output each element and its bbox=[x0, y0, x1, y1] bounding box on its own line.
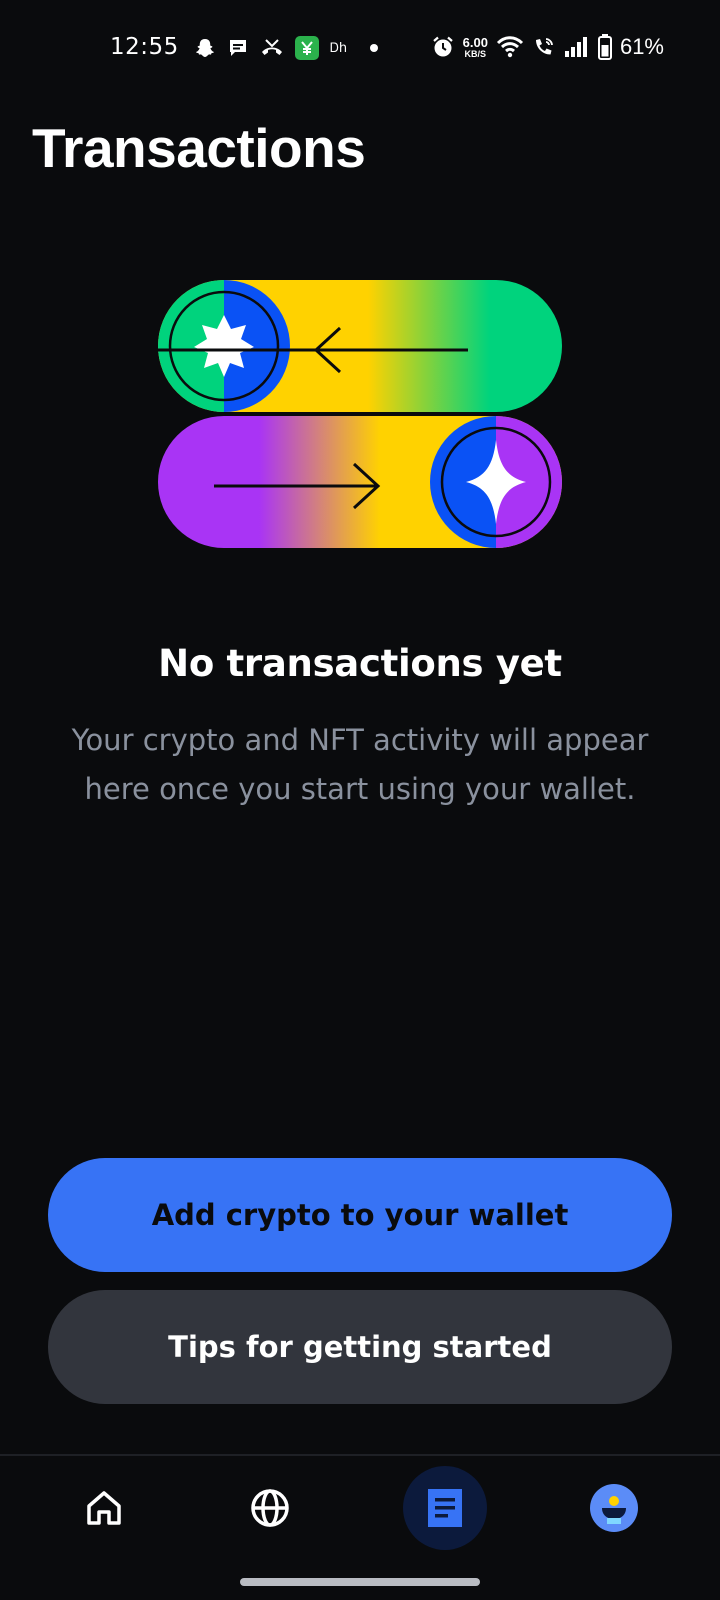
status-time: 12:55 bbox=[110, 34, 179, 60]
nav-profile[interactable] bbox=[572, 1466, 656, 1550]
globe-icon bbox=[251, 1489, 289, 1527]
home-indicator[interactable] bbox=[240, 1578, 480, 1586]
battery-percent: 61% bbox=[619, 34, 664, 59]
wifi-calling-icon bbox=[532, 35, 556, 59]
status-bar: 12:55 Ꭰh 6.00 KB/S 61% bbox=[0, 0, 720, 96]
nav-transactions[interactable] bbox=[403, 1466, 487, 1550]
transactions-illustration bbox=[150, 280, 562, 548]
chat-bubble-icon bbox=[227, 37, 249, 59]
alarm-icon bbox=[431, 35, 455, 59]
ph-text: Ꭰh bbox=[330, 40, 348, 56]
speed-unit: KB/S bbox=[464, 48, 487, 59]
ph-text-icon: Ꭰh bbox=[330, 41, 347, 56]
system-icons: 6.00 KB/S 61% bbox=[431, 32, 664, 62]
empty-state-heading: No transactions yet bbox=[158, 642, 562, 685]
dot-icon bbox=[370, 44, 379, 52]
tips-button[interactable]: Tips for getting started bbox=[48, 1290, 672, 1404]
speed-value: 6.00 bbox=[462, 34, 488, 50]
add-crypto-button[interactable]: Add crypto to your wallet bbox=[48, 1158, 672, 1272]
home-icon bbox=[87, 1491, 121, 1525]
signal-icon bbox=[564, 36, 590, 58]
battery-icon bbox=[597, 34, 612, 60]
page-title: Transactions bbox=[32, 117, 366, 179]
bottom-nav bbox=[0, 1456, 720, 1566]
missed-call-icon bbox=[260, 37, 284, 59]
empty-state-description: Your crypto and NFT activity will appear… bbox=[71, 723, 649, 806]
avatar-icon bbox=[590, 1484, 638, 1532]
document-icon bbox=[428, 1489, 462, 1527]
app-notification-icon bbox=[295, 36, 319, 60]
notification-icons: Ꭰh bbox=[194, 34, 379, 62]
snapchat-icon bbox=[194, 37, 216, 59]
nav-browser[interactable] bbox=[228, 1466, 312, 1550]
wifi-icon bbox=[496, 35, 524, 59]
nav-home[interactable] bbox=[62, 1466, 146, 1550]
network-speed: 6.00 KB/S bbox=[463, 36, 488, 59]
